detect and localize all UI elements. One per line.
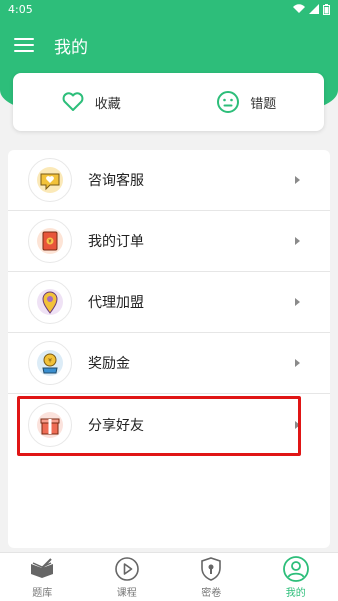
menu-item-label: 我的订单 [88, 234, 144, 250]
nav-item-question-bank[interactable]: 题库 [0, 553, 85, 601]
status-icons [293, 3, 330, 15]
battery-icon [323, 3, 330, 15]
chevron-right-icon [295, 420, 300, 429]
page-title: 我的 [54, 38, 88, 58]
keyhole-shield-icon [201, 557, 222, 581]
menu-item-label: 代理加盟 [88, 295, 144, 311]
menu-item-label: 咨询客服 [88, 173, 144, 189]
neutral-face-icon [217, 91, 240, 113]
menu-list: 咨询客服 ¥ 我的订单 代理加盟 ¥ 奖励金 分享好友 [8, 150, 330, 548]
status-bar: 4:05 [0, 0, 338, 18]
quick-actions-card: 收藏 错题 [13, 73, 324, 131]
nav-label: 课程 [116, 588, 137, 599]
book-icon [31, 558, 54, 578]
menu-item-rewards[interactable]: ¥ 奖励金 [8, 333, 330, 394]
gift-box-icon [28, 402, 72, 447]
user-circle-icon [282, 556, 309, 582]
svg-text:¥: ¥ [48, 239, 51, 245]
chevron-right-icon [295, 359, 300, 367]
chat-heart-icon [28, 158, 72, 202]
heart-icon [62, 92, 84, 111]
location-pin-icon [28, 280, 72, 324]
menu-item-agency[interactable]: 代理加盟 [8, 272, 330, 333]
favorites-label: 收藏 [94, 96, 121, 112]
money-jar-icon: ¥ [28, 341, 72, 385]
chevron-right-icon [295, 298, 300, 306]
red-envelope-icon: ¥ [28, 219, 72, 263]
hamburger-menu-icon[interactable] [14, 38, 34, 52]
menu-item-share-friends[interactable]: 分享好友 [8, 394, 330, 455]
wrong-questions-label: 错题 [250, 96, 277, 112]
signal-icon [309, 4, 319, 14]
chevron-right-icon [295, 176, 300, 184]
wrong-questions-button[interactable]: 错题 [169, 73, 325, 131]
nav-label: 题库 [32, 588, 53, 599]
nav-label: 我的 [285, 588, 306, 599]
menu-item-customer-service[interactable]: 咨询客服 [8, 150, 330, 211]
play-circle-icon [114, 557, 139, 581]
menu-item-label: 奖励金 [88, 356, 130, 372]
chevron-right-icon [295, 237, 300, 245]
menu-item-my-orders[interactable]: ¥ 我的订单 [8, 211, 330, 272]
bottom-nav: 题库 课程 密卷 我的 [0, 552, 338, 601]
nav-item-courses[interactable]: 课程 [85, 553, 170, 601]
favorites-button[interactable]: 收藏 [13, 73, 169, 131]
wifi-icon [293, 4, 305, 14]
menu-item-label: 分享好友 [88, 417, 144, 434]
nav-item-profile[interactable]: 我的 [254, 553, 338, 601]
status-time: 4:05 [8, 2, 33, 16]
svg-text:¥: ¥ [48, 358, 52, 365]
nav-label: 密卷 [201, 588, 222, 599]
nav-item-secret-papers[interactable]: 密卷 [169, 553, 254, 601]
